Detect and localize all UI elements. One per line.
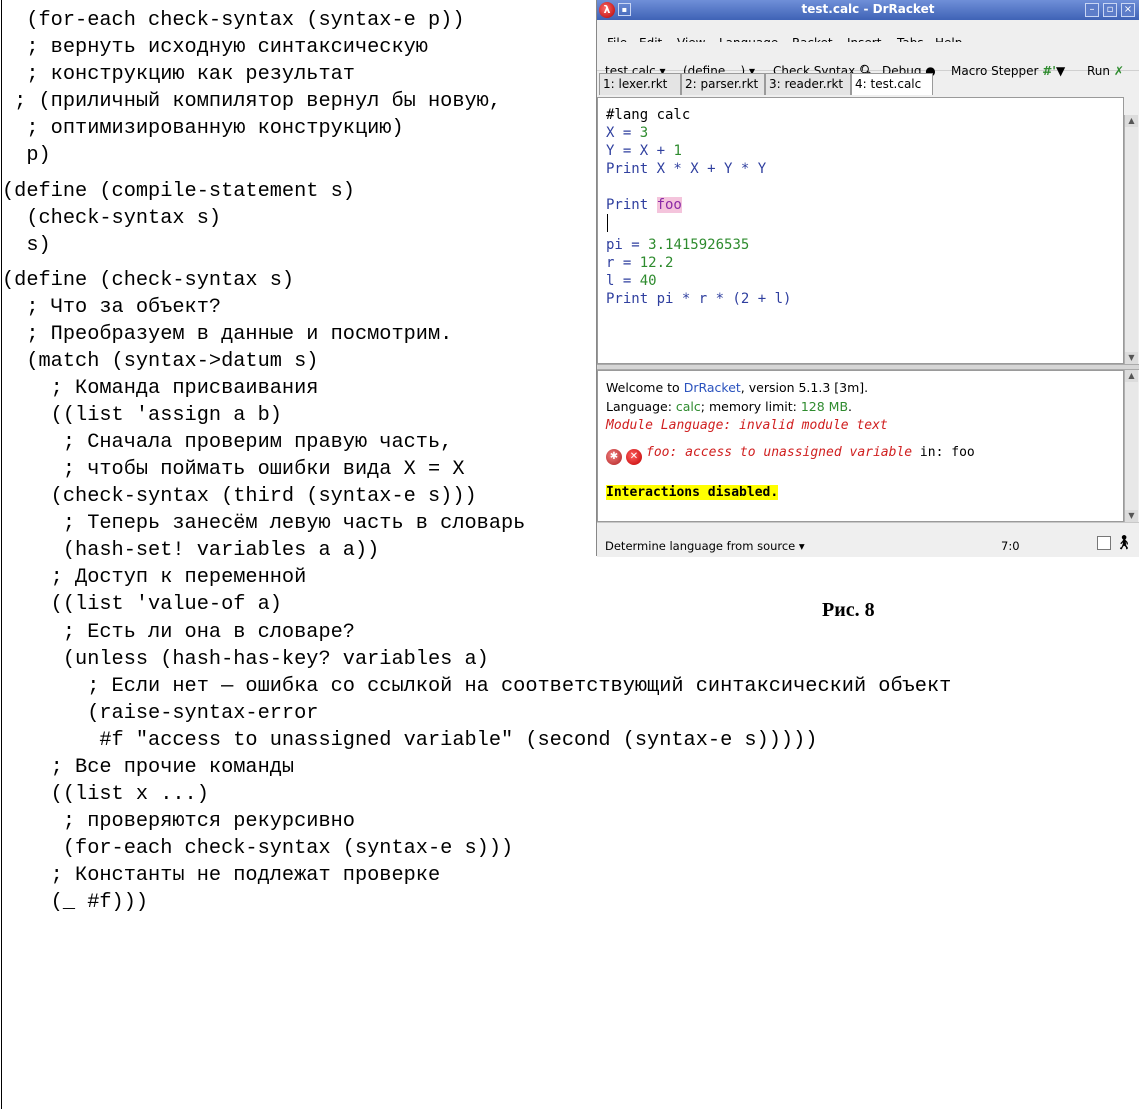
repl-scroll-down-icon[interactable]: ▼	[1125, 510, 1138, 522]
code-line: (check-syntax (third (syntax-e s)))	[2, 485, 477, 509]
code-line: (raise-syntax-error	[2, 701, 319, 725]
code-line: ; оптимизированную конструкцию)	[2, 117, 404, 141]
running-man-icon: 🚶︎	[1115, 535, 1133, 551]
code-line: (unless (hash-has-key? variables a)	[2, 647, 489, 671]
code-line: ((list 'assign a b)	[2, 404, 282, 428]
code-line: (for-each check-syntax (syntax-e p))	[2, 9, 465, 32]
cursor-position: 7:0	[1001, 539, 1020, 553]
code-line: #f "access to unassigned variable" (seco…	[2, 728, 818, 752]
tab-bar: 1: lexer.rkt 2: parser.rkt 3: reader.rkt…	[597, 71, 1139, 97]
repl-scrollbar[interactable]: ▲ ▼	[1124, 370, 1138, 522]
window-title: test.calc - DrRacket	[801, 2, 935, 16]
code-line: ; Есть ли она в словаре?	[2, 620, 355, 644]
code-line: p)	[2, 144, 51, 168]
code-line: ((list 'value-of a)	[2, 593, 282, 617]
code-line: ; конструкцию как результат	[2, 63, 355, 87]
tab-reader[interactable]: 3: reader.rkt	[765, 73, 851, 95]
editor-line-y: Y = X + 1	[606, 143, 682, 159]
toolbar: test.calc ▾ (define ...) ▾ Check Syntax …	[597, 42, 1139, 78]
repl-module-error: Module Language: invalid module text	[606, 418, 888, 433]
tab-parser[interactable]: 2: parser.rkt	[681, 73, 765, 95]
code-line: ; Команда присваивания	[2, 377, 319, 401]
interactions-pane[interactable]: Welcome to DrRacket, version 5.1.3 [3m].…	[597, 370, 1124, 522]
language-selector[interactable]: Determine language from source ▾	[605, 539, 805, 553]
menu-bar: File Edit View Language Racket Insert Ta…	[597, 20, 1139, 50]
repl-access-error: ✱ ✕ foo: access to unassigned variable in:…	[606, 443, 975, 465]
editor-line-r: r = 12.2	[606, 255, 674, 271]
status-checkbox[interactable]	[1097, 536, 1111, 550]
bug-icon[interactable]: ✱	[606, 449, 622, 465]
code-line: ; чтобы поймать ошибки вида X = X	[2, 458, 465, 482]
definitions-editor[interactable]: #lang calc X = 3 Y = X + 1 Print X * X +…	[597, 97, 1124, 364]
highlighted-foo: foo	[656, 197, 682, 213]
error-x-icon[interactable]: ✕	[626, 449, 642, 465]
maximize-icon[interactable]: ▫	[1103, 3, 1117, 17]
repl-language: Language: calc; memory limit: 128 MB.	[606, 399, 853, 414]
tab-lexer[interactable]: 1: lexer.rkt	[599, 73, 681, 95]
code-line: (define (compile-statement s)	[2, 179, 355, 203]
editor-line-print1: Print X * X + Y * Y	[606, 161, 767, 177]
code-line: ; Сначала проверим правую часть,	[2, 431, 453, 455]
editor-line-pi: pi = 3.1415926535	[606, 237, 750, 253]
code-line: ; (приличный компилятор вернул бы новую,	[2, 90, 501, 114]
scroll-down-icon[interactable]: ▼	[1125, 352, 1138, 364]
code-line: (_ #f)))	[2, 890, 149, 914]
code-line: ; Все прочие команды	[2, 755, 295, 779]
editor-scrollbar[interactable]: ▲ ▼	[1124, 115, 1138, 364]
editor-line-x: X = 3	[606, 125, 649, 141]
repl-disabled: Interactions disabled.	[606, 485, 779, 500]
code-line: (define (check-syntax s)	[2, 269, 295, 292]
code-line: (check-syntax s)	[2, 206, 222, 230]
code-line: s)	[2, 233, 51, 257]
title-bar[interactable]: λ ▪ test.calc - DrRacket – ▫ ×	[597, 0, 1139, 20]
editor-line-l: l = 40	[606, 273, 657, 289]
editor-line-print-foo: Print foo	[606, 197, 682, 213]
code-line: ; Константы не подлежат проверке	[2, 863, 441, 887]
code-line: (match (syntax->datum s)	[2, 350, 319, 374]
code-line: ; Преобразуем в данные и посмотрим.	[2, 323, 453, 347]
editor-line-print2: Print pi * r * (2 + l)	[606, 291, 792, 307]
minimize-icon[interactable]: –	[1085, 3, 1099, 17]
editor-line-lang: #lang calc	[606, 107, 691, 123]
code-line: ; Доступ к переменной	[2, 566, 307, 590]
code-line: ; вернуть исходную синтаксическую	[2, 36, 428, 60]
text-caret	[607, 214, 608, 232]
repl-welcome: Welcome to DrRacket, version 5.1.3 [3m].	[606, 380, 869, 395]
status-bar: Determine language from source ▾ 7:0 🚶︎	[597, 522, 1139, 557]
drracket-window: λ ▪ test.calc - DrRacket – ▫ × File Edit…	[596, 0, 1139, 557]
repl-scroll-up-icon[interactable]: ▲	[1125, 370, 1138, 382]
code-line: ((list x ...)	[2, 782, 209, 806]
drracket-link[interactable]: DrRacket	[684, 380, 741, 395]
code-line: ; Что за объект?	[2, 296, 222, 320]
code-line: ; Теперь занесём левую часть в словарь	[2, 512, 526, 536]
code-line: (for-each check-syntax (syntax-e s)))	[2, 836, 514, 860]
tab-test-calc[interactable]: 4: test.calc	[851, 73, 933, 95]
code-line: (hash-set! variables a a))	[2, 539, 380, 563]
figure-caption: Рис. 8	[822, 599, 875, 621]
code-line: ; Если нет — ошибка со ссылкой на соотве…	[2, 674, 952, 698]
code-line: ; проверяются рекурсивно	[2, 809, 355, 833]
scroll-up-icon[interactable]: ▲	[1125, 115, 1138, 127]
close-icon[interactable]: ×	[1121, 3, 1135, 17]
